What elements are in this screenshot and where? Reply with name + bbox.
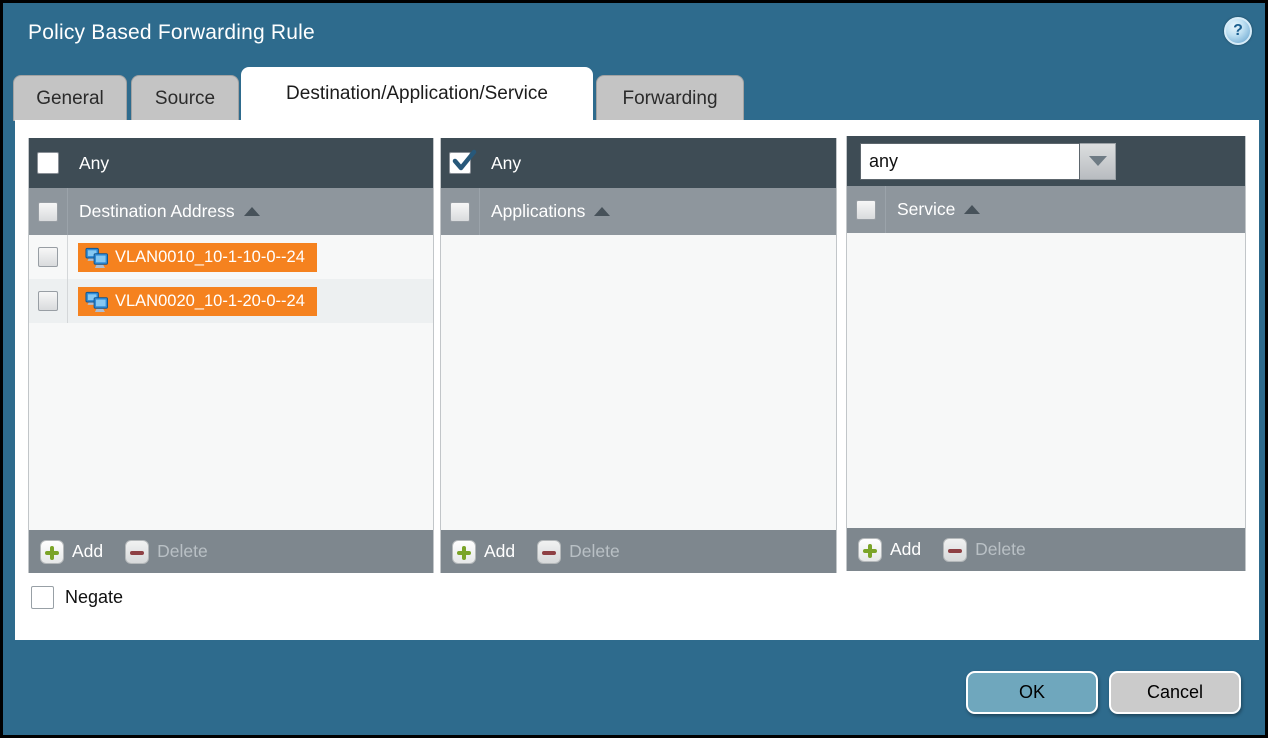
applications-delete-button[interactable]: Delete	[569, 541, 620, 562]
help-glyph: ?	[1233, 22, 1243, 40]
destination-any-checkbox[interactable]	[37, 152, 59, 174]
applications-list	[441, 235, 836, 530]
cancel-button[interactable]: Cancel	[1109, 671, 1241, 714]
negate-label: Negate	[65, 587, 123, 608]
applications-panel: Any Applications Add Delete	[440, 138, 837, 573]
service-dropdown-bar: any	[847, 136, 1245, 186]
tab-source[interactable]: Source	[131, 75, 239, 121]
destination-any-bar: Any	[29, 138, 433, 188]
tab-general[interactable]: General	[13, 75, 127, 121]
tab-content-area: Any Destination Address	[15, 120, 1259, 640]
service-dropdown-button[interactable]	[1080, 143, 1116, 180]
destination-delete-button[interactable]: Delete	[157, 541, 208, 562]
destination-column-header-label[interactable]: Destination Address	[67, 188, 433, 235]
service-list	[847, 233, 1245, 528]
service-delete-button[interactable]: Delete	[975, 539, 1026, 560]
destination-address-list: VLAN0010_10-1-10-0--24	[29, 235, 433, 530]
applications-any-checkbox[interactable]	[449, 152, 471, 174]
address-object-icon	[85, 290, 108, 313]
add-icon[interactable]	[452, 540, 476, 564]
address-object-label: VLAN0020_10-1-20-0--24	[115, 292, 305, 311]
applications-any-bar: Any	[441, 138, 836, 188]
table-row[interactable]: VLAN0020_10-1-20-0--24	[29, 279, 433, 323]
destination-column-title: Destination Address	[79, 201, 235, 222]
negate-checkbox[interactable]	[31, 586, 54, 609]
destination-add-button[interactable]: Add	[72, 541, 103, 562]
chevron-down-icon	[1089, 156, 1107, 166]
row-checkbox[interactable]	[38, 247, 58, 267]
ok-button[interactable]: OK	[966, 671, 1098, 714]
destination-address-panel: Any Destination Address	[28, 138, 434, 573]
service-dropdown[interactable]: any	[860, 143, 1116, 180]
service-column-header: Service	[847, 186, 1245, 233]
address-object-tag[interactable]: VLAN0010_10-1-10-0--24	[78, 243, 317, 272]
add-icon[interactable]	[40, 540, 64, 564]
delete-icon[interactable]	[125, 540, 149, 564]
applications-column-title: Applications	[491, 201, 585, 222]
delete-icon[interactable]	[537, 540, 561, 564]
negate-row: Negate	[31, 586, 123, 609]
applications-column-header-label[interactable]: Applications	[479, 188, 836, 235]
service-column-header-label[interactable]: Service	[885, 186, 1245, 233]
table-row[interactable]: VLAN0010_10-1-10-0--24	[29, 235, 433, 279]
tab-forwarding[interactable]: Forwarding	[596, 75, 744, 121]
sort-ascending-icon	[964, 205, 980, 214]
checkmark-icon	[451, 148, 477, 174]
destination-any-label: Any	[79, 153, 109, 174]
row-checkbox[interactable]	[38, 291, 58, 311]
help-icon[interactable]: ?	[1224, 17, 1252, 45]
sort-ascending-icon	[594, 207, 610, 216]
address-object-label: VLAN0010_10-1-10-0--24	[115, 248, 305, 267]
policy-based-forwarding-dialog: Policy Based Forwarding Rule ? General S…	[0, 0, 1268, 738]
address-object-tag[interactable]: VLAN0020_10-1-20-0--24	[78, 287, 317, 316]
destination-column-header: Destination Address	[29, 188, 433, 235]
address-object-icon	[85, 246, 108, 269]
service-column-title: Service	[897, 199, 955, 220]
dialog-title: Policy Based Forwarding Rule	[28, 21, 315, 45]
destination-select-all-checkbox[interactable]	[38, 202, 58, 222]
service-panel-footer: Add Delete	[847, 528, 1245, 571]
delete-icon[interactable]	[943, 538, 967, 562]
destination-panel-footer: Add Delete	[29, 530, 433, 573]
applications-column-header: Applications	[441, 188, 836, 235]
service-select-all-checkbox[interactable]	[856, 200, 876, 220]
applications-select-all-checkbox[interactable]	[450, 202, 470, 222]
add-icon[interactable]	[858, 538, 882, 562]
applications-add-button[interactable]: Add	[484, 541, 515, 562]
service-dropdown-value[interactable]: any	[860, 143, 1080, 180]
applications-any-label: Any	[491, 153, 521, 174]
sort-ascending-icon	[244, 207, 260, 216]
service-add-button[interactable]: Add	[890, 539, 921, 560]
applications-panel-footer: Add Delete	[441, 530, 836, 573]
tab-destination-application-service[interactable]: Destination/Application/Service	[241, 67, 593, 121]
service-panel: any Service Add Delete	[846, 136, 1246, 571]
